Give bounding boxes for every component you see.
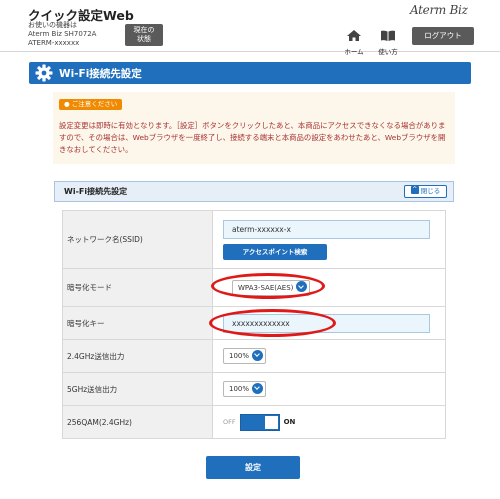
device-info-line: お使いの機器は [28, 21, 77, 29]
device-model: Aterm Biz SH7072A [28, 30, 97, 38]
row-power-24ghz: 2.4GHz送信出力 100% [62, 339, 446, 373]
chevron-up-icon: ^ [410, 186, 419, 194]
nav-help-label: 使い方 [378, 48, 398, 56]
gear-icon [35, 64, 53, 82]
apply-settings-button[interactable]: 設定 [206, 456, 300, 479]
nav-home[interactable]: ホーム [342, 26, 366, 56]
collapse-button[interactable]: ^ 閉じる [404, 185, 447, 198]
power-5ghz-value: 100% [229, 385, 250, 393]
encryption-key-cell: xxxxxxxxxxxxx [209, 306, 446, 340]
settings-table: ネットワーク名(SSID) aterm-xxxxxx-x アクセスポイント検索 … [62, 210, 446, 439]
row-encryption-key: 暗号化キー xxxxxxxxxxxxx [62, 306, 446, 340]
home-icon [347, 30, 361, 41]
notice-badge-label: ご注意ください [71, 100, 118, 108]
qam-off-label: OFF [223, 418, 236, 426]
encryption-mode-label: 暗号化モード [62, 268, 213, 307]
power-5ghz-select[interactable]: 100% [223, 381, 267, 397]
brand-logo: Aterm Biz [410, 3, 468, 17]
logout-button[interactable]: ログアウト [412, 27, 474, 45]
header: クイック設定Web お使いの機器は Aterm Biz SH7072A ATER… [0, 0, 500, 56]
status-button-line1: 現在の [133, 26, 155, 34]
book-icon [381, 30, 395, 41]
encryption-mode-value: WPA3-SAE(AES) [238, 283, 294, 292]
nav-help[interactable]: 使い方 [374, 26, 402, 56]
collapse-label: 閉じる [420, 187, 441, 195]
chevron-down-icon [252, 349, 264, 361]
qam-cell: OFF ON [212, 405, 446, 439]
warning-icon: ● [64, 100, 70, 108]
nav-home-label: ホーム [344, 48, 364, 56]
row-encryption-mode: 暗号化モード WPA3-SAE(AES) [62, 268, 446, 307]
power-24ghz-value: 100% [229, 352, 250, 360]
power-24ghz-label: 2.4GHz送信出力 [62, 339, 213, 373]
row-power-5ghz: 5GHz送信出力 100% [62, 372, 446, 406]
ssid-label: ネットワーク名(SSID) [62, 210, 213, 269]
section-header: Wi-Fi接続先設定 ^ 閉じる [54, 181, 454, 202]
qam-label: 256QAM(2.4GHz) [62, 405, 213, 439]
power-24ghz-cell: 100% [212, 339, 446, 373]
qam-on-label: ON [283, 418, 296, 426]
qam-toggle-group: OFF ON [223, 413, 445, 431]
ssid-cell: aterm-xxxxxx-x アクセスポイント検索 [212, 210, 446, 269]
qam-toggle-switch[interactable] [239, 413, 280, 431]
ssid-input[interactable]: aterm-xxxxxx-x [223, 219, 430, 239]
power-5ghz-cell: 100% [212, 372, 446, 406]
current-status-button[interactable]: 現在の 状態 [125, 24, 163, 46]
power-24ghz-select[interactable]: 100% [223, 348, 267, 364]
encryption-key-input[interactable]: xxxxxxxxxxxxx [223, 313, 430, 333]
toggle-knob [264, 415, 278, 429]
page-title-bar: Wi-Fi接続先設定 [29, 62, 471, 84]
chevron-down-icon [252, 382, 264, 394]
status-button-line2: 状態 [137, 35, 151, 43]
encryption-key-label: 暗号化キー [62, 306, 213, 340]
page-title: Wi-Fi接続先設定 [59, 68, 142, 80]
row-256qam: 256QAM(2.4GHz) OFF ON [62, 405, 446, 439]
row-ssid: ネットワーク名(SSID) aterm-xxxxxx-x アクセスポイント検索 [62, 210, 446, 269]
device-name: ATERM-xxxxxx [28, 39, 80, 47]
encryption-mode-cell: WPA3-SAE(AES) [211, 268, 446, 307]
device-info: お使いの機器は Aterm Biz SH7072A ATERM-xxxxxx [28, 21, 96, 48]
chevron-down-icon [296, 281, 308, 292]
section-title: Wi-Fi接続先設定 [64, 187, 128, 196]
power-5ghz-label: 5GHz送信出力 [62, 372, 213, 406]
notice-text: 設定変更は即時に有効となります。［設定］ボタンをクリックしたあと、本商品にアクセ… [59, 121, 446, 154]
notice-badge: ● ご注意ください [59, 99, 123, 110]
encryption-mode-select[interactable]: WPA3-SAE(AES) [232, 279, 311, 296]
access-point-search-button[interactable]: アクセスポイント検索 [223, 243, 327, 260]
notice-box: ● ご注意ください 設定変更は即時に有効となります。［設定］ボタンをクリックした… [53, 92, 455, 164]
